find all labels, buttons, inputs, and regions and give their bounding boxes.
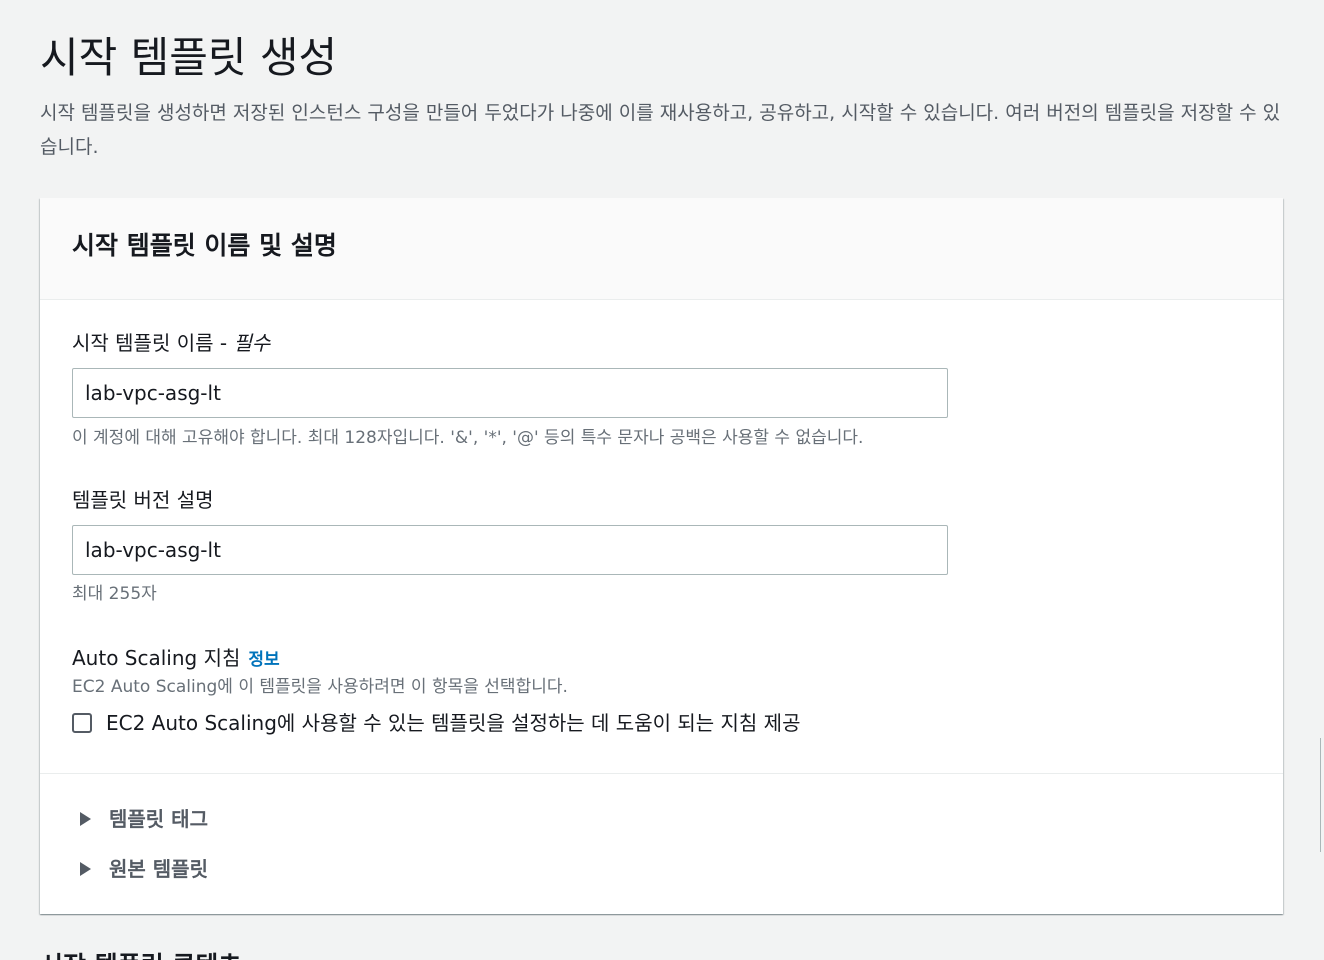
create-launch-template-page: 시작 템플릿 생성 시작 템플릿을 생성하면 저장된 인스턴스 구성을 만들어 … xyxy=(0,0,1324,960)
caret-right-icon xyxy=(80,812,91,826)
caret-right-icon xyxy=(80,862,91,876)
template-name-label-text: 시작 템플릿 이름 - xyxy=(72,331,234,355)
auto-scaling-guidance-checkbox-label[interactable]: EC2 Auto Scaling에 사용할 수 있는 템플릿을 설정하는 데 도… xyxy=(106,708,800,738)
panel-header: 시작 템플릿 이름 및 설명 xyxy=(40,198,1283,300)
required-indicator: 필수 xyxy=(233,331,271,355)
auto-scaling-guidance-checkbox[interactable] xyxy=(72,713,92,733)
next-section-title: 시작 템플릿 콘텐츠 xyxy=(40,946,241,960)
version-description-hint: 최대 255자 xyxy=(72,584,157,604)
template-name-hint: 이 계정에 대해 고유해야 합니다. 최대 128자입니다. '&', '*',… xyxy=(72,428,864,448)
auto-scaling-guidance-label: Auto Scaling 지침 정보 xyxy=(72,643,280,675)
section-divider xyxy=(40,773,1283,774)
page-description: 시작 템플릿을 생성하면 저장된 인스턴스 구성을 만들어 두었다가 나중에 이… xyxy=(40,102,1281,158)
source-template-expander[interactable]: 원본 템플릿 xyxy=(80,854,208,884)
info-link[interactable]: 정보 xyxy=(248,650,279,670)
template-tags-label[interactable]: 템플릿 태그 xyxy=(109,804,208,834)
template-name-label: 시작 템플릿 이름 - 필수 xyxy=(72,328,270,358)
auto-scaling-guidance-label-text: Auto Scaling 지침 xyxy=(72,646,241,670)
version-description-label: 템플릿 버전 설명 xyxy=(72,488,214,512)
name-and-description-panel: 시작 템플릿 이름 및 설명 시작 템플릿 이름 - 필수 이 계정에 대해 고… xyxy=(40,198,1283,914)
template-name-input[interactable] xyxy=(72,368,948,418)
version-description-input[interactable] xyxy=(72,525,948,575)
auto-scaling-guidance-option[interactable]: EC2 Auto Scaling에 사용할 수 있는 템플릿을 설정하는 데 도… xyxy=(72,708,800,738)
template-tags-expander[interactable]: 템플릿 태그 xyxy=(80,804,208,834)
side-panel-edge xyxy=(1320,738,1324,852)
auto-scaling-description: EC2 Auto Scaling에 이 템플릿을 사용하려면 이 항목을 선택합… xyxy=(72,677,568,697)
source-template-label[interactable]: 원본 템플릿 xyxy=(109,854,208,884)
panel-title: 시작 템플릿 이름 및 설명 xyxy=(72,231,337,260)
page-title: 시작 템플릿 생성 xyxy=(40,33,338,82)
